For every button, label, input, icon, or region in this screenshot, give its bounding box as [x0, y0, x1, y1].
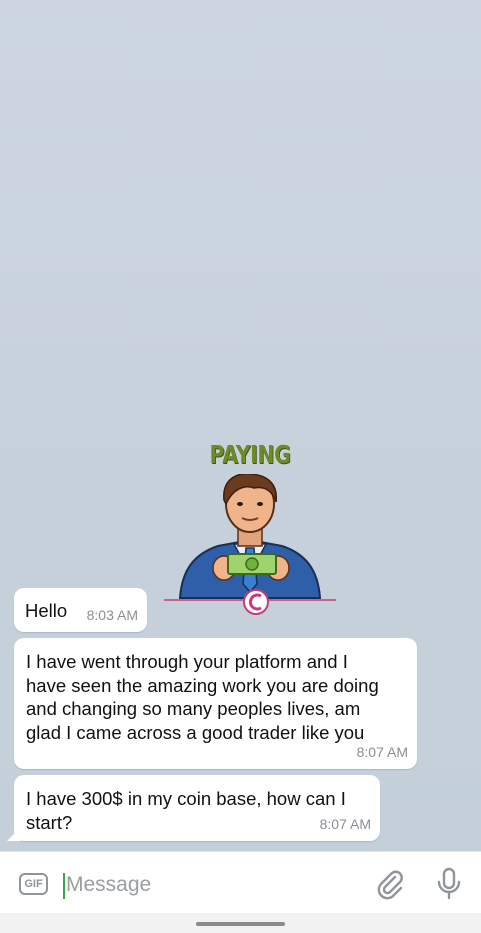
paperclip-icon: [377, 870, 403, 900]
message-bubble[interactable]: Hello 8:03 AM: [14, 588, 147, 632]
businessman-sticker-icon: [164, 474, 336, 615]
message-input[interactable]: [66, 869, 346, 901]
message-time: 8:07 AM: [319, 815, 371, 832]
text-cursor: [63, 873, 65, 899]
message-bubble[interactable]: I have 300$ in my coin base, how can I s…: [14, 775, 380, 841]
microphone-icon: [437, 867, 461, 900]
sticker-message[interactable]: PAYING: [160, 438, 340, 618]
chat-area[interactable]: PAYING Hello 8:03 AM I have went through…: [0, 0, 481, 851]
message-bubble[interactable]: I have went through your platform and I …: [14, 638, 417, 769]
gif-button[interactable]: GIF: [19, 873, 48, 895]
message-text: I have went through your platform and I …: [26, 651, 379, 743]
message-time: 8:03 AM: [86, 606, 138, 623]
home-gesture-handle[interactable]: [196, 922, 285, 926]
voice-message-button[interactable]: [434, 867, 464, 901]
message-text: I have 300$ in my coin base, how can I s…: [26, 788, 346, 833]
message-time: 8:07 AM: [356, 743, 408, 760]
message-input-bar: GIF: [0, 851, 481, 913]
sticker-caption: PAYING: [209, 440, 291, 469]
attach-button[interactable]: [374, 868, 406, 900]
system-navigation-bar: [0, 913, 481, 933]
